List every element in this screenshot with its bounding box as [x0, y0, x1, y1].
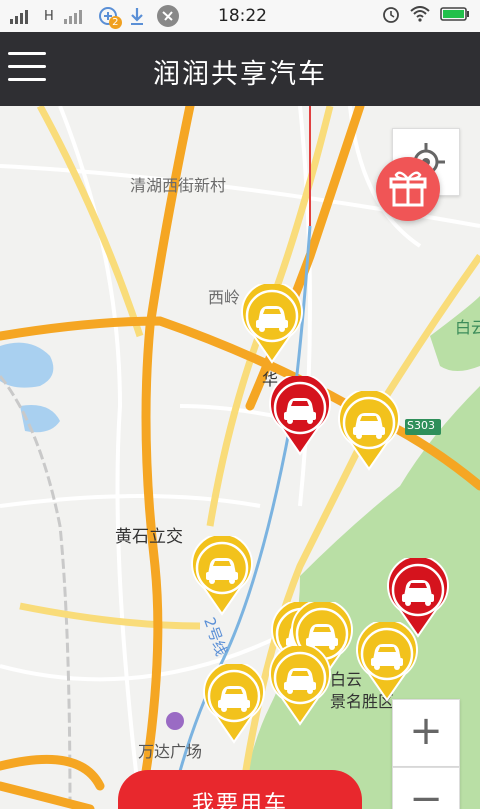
alarm-icon — [382, 5, 400, 27]
map-label-xiling: 西岭 — [208, 288, 241, 307]
gift-button[interactable] — [376, 157, 440, 221]
page-title: 润润共享汽车 — [153, 59, 327, 90]
map-label-baiyun: 白云 — [455, 318, 480, 337]
network-type-1: H — [44, 8, 54, 24]
car-icon — [269, 643, 331, 726]
car-marker-yellow[interactable] — [202, 661, 266, 744]
map-label-huangshi: 黄石立交 — [115, 527, 183, 547]
car-icon — [191, 533, 253, 616]
car-marker-yellow[interactable] — [268, 643, 332, 726]
car-icon — [269, 373, 331, 456]
wifi-icon — [410, 6, 430, 26]
map-label-qinghu: 清湖西街新村 — [130, 176, 227, 195]
status-bar: H 2 18:22 — [0, 0, 480, 32]
app-header: 润润共享汽车 — [0, 32, 480, 106]
battery-icon — [440, 6, 470, 26]
notification-badge: 2 — [108, 16, 122, 29]
app-icon — [156, 5, 180, 27]
notification-icon: 2 — [98, 6, 122, 29]
car-icon — [356, 619, 418, 702]
car-marker-yellow[interactable] — [337, 388, 401, 471]
gift-icon — [389, 171, 427, 207]
car-icon — [203, 661, 265, 744]
zoom-out-button[interactable]: − — [392, 767, 460, 809]
app-screen: { "status_bar": { "time": "18:22", "sign… — [0, 0, 480, 809]
book-car-button[interactable]: 我要用车 — [118, 770, 362, 809]
download-icon — [128, 6, 146, 26]
zoom-in-button[interactable]: + — [392, 699, 460, 767]
map-label-wanda: 万达广场 — [138, 742, 203, 761]
signal-strength-icon — [10, 6, 34, 26]
car-marker-red[interactable] — [268, 373, 332, 456]
map-label-s303: S303 — [407, 419, 435, 432]
car-icon — [338, 388, 400, 471]
map-view[interactable]: 清湖西街新村 西岭 华 黄石立交 白云 S303 2号线 白云 景名胜区 万达广… — [0, 106, 480, 809]
car-marker-yellow[interactable] — [240, 281, 304, 364]
clock: 18:22 — [218, 6, 267, 26]
signal-strength-icon — [63, 6, 88, 26]
car-marker-yellow[interactable] — [190, 533, 254, 616]
car-icon — [241, 281, 303, 364]
car-marker-yellow[interactable] — [355, 619, 419, 702]
